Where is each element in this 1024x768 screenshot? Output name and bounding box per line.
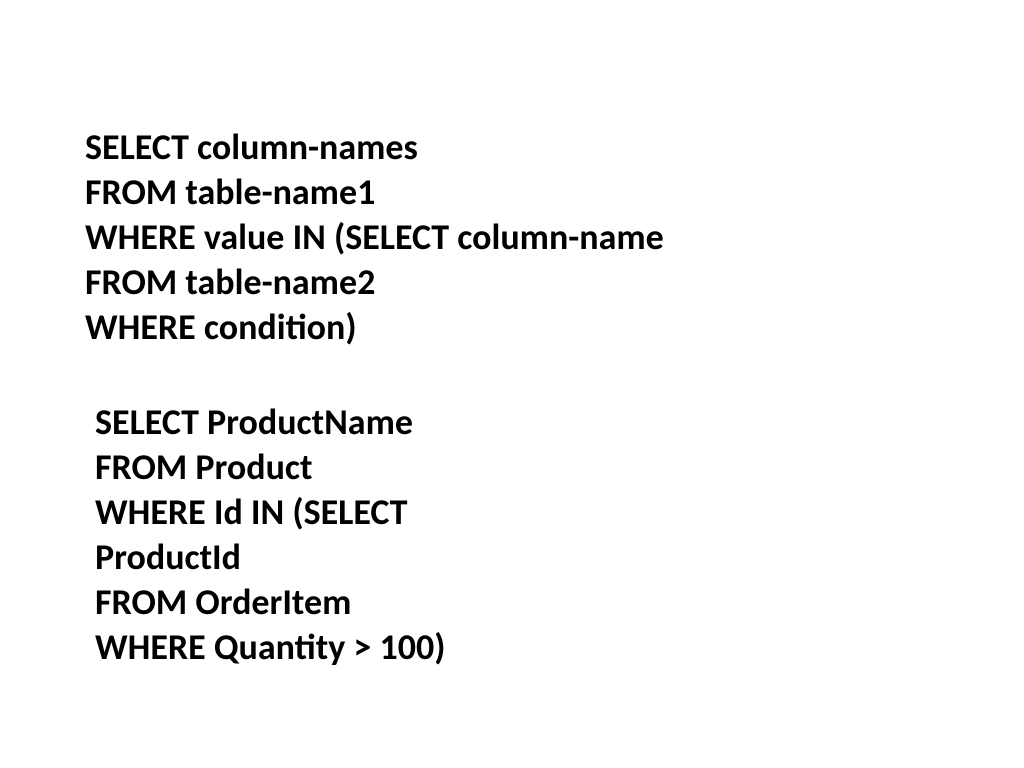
code-line: WHERE Id IN (SELECT — [95, 490, 445, 535]
code-line: FROM OrderItem — [95, 580, 445, 625]
code-line: SELECT column-names — [85, 125, 664, 170]
code-line: ProductId — [95, 535, 445, 580]
code-line: FROM table-name1 — [85, 170, 664, 215]
code-line: WHERE condition) — [85, 305, 664, 350]
code-line: FROM table-name2 — [85, 260, 664, 305]
sql-example-block: SELECT ProductName FROM Product WHERE Id… — [95, 400, 445, 670]
code-line: WHERE value IN (SELECT column-name — [85, 215, 664, 260]
sql-syntax-block: SELECT column-names FROM table-name1 WHE… — [85, 125, 664, 350]
code-line: SELECT ProductName — [95, 400, 445, 445]
code-line: WHERE Quantity > 100) — [95, 625, 445, 670]
code-line: FROM Product — [95, 445, 445, 490]
